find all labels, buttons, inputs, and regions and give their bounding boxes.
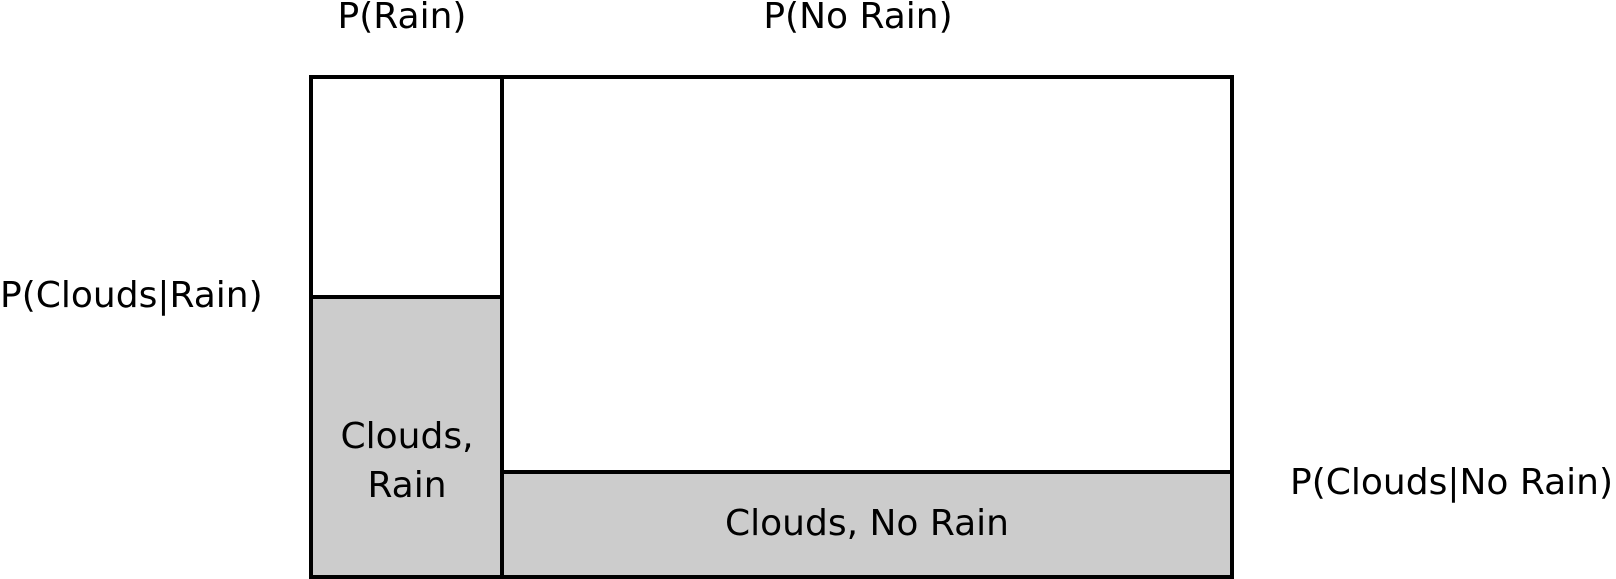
- p-rain-label: P(Rain): [338, 0, 467, 37]
- p-clouds-given-rain-label: P(Clouds|Rain): [0, 275, 263, 316]
- p-no-rain-label: P(No Rain): [763, 0, 952, 37]
- clouds-no-rain-label: Clouds, No Rain: [725, 503, 1009, 544]
- probability-area-diagram: Clouds, Rain Clouds, No Rain P(Rain) P(N…: [0, 0, 1613, 579]
- clouds-rain-label-line1: Clouds,: [340, 416, 473, 457]
- clouds-rain-label-line2: Rain: [367, 465, 446, 506]
- p-clouds-given-no-rain-label: P(Clouds|No Rain): [1290, 462, 1613, 503]
